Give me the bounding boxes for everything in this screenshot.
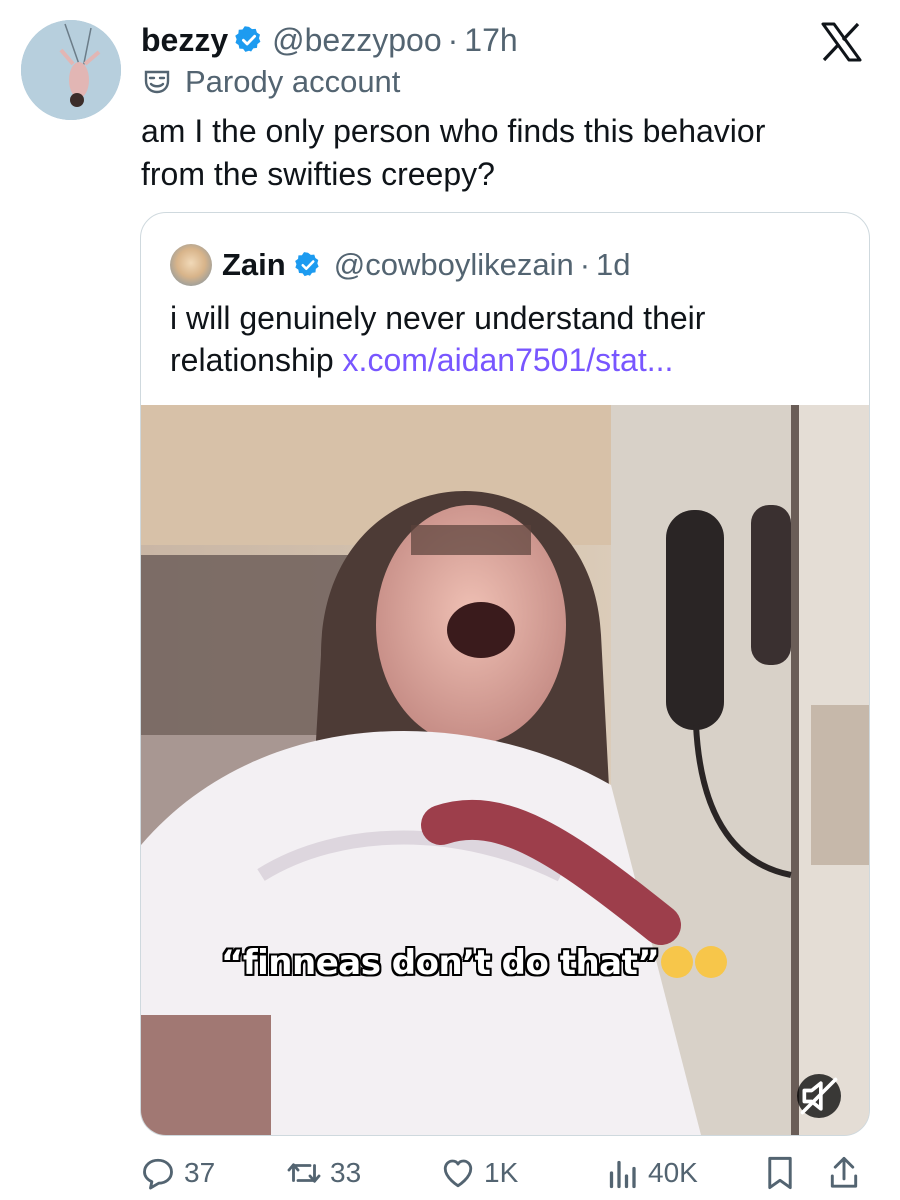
views-button[interactable]: 40K [604, 1148, 698, 1198]
quoted-tweet-timestamp[interactable]: 1d [596, 247, 630, 283]
quoted-tweet-card[interactable]: Zain @cowboylikezain · 1d i will genuine… [140, 212, 870, 1136]
tweet-text-line: from the swifties creepy? [141, 156, 495, 192]
reply-icon [143, 1158, 173, 1190]
video-caption-text: “finneas don’t do that” [221, 943, 660, 983]
x-logo-icon [821, 22, 862, 62]
mute-toggle-button[interactable] [797, 1074, 841, 1118]
reply-count: 37 [184, 1157, 216, 1188]
repost-icon [287, 1163, 321, 1183]
video-caption: “finneas don’t do that” [221, 943, 728, 983]
bookmark-icon[interactable] [762, 1154, 798, 1192]
quoted-text-plain: relationship [170, 342, 343, 378]
video-frame [141, 405, 869, 1135]
muted-speaker-icon [800, 1077, 838, 1115]
verified-badge-icon [235, 26, 261, 52]
parody-label: Parody account [143, 63, 400, 101]
quoted-tweet-header: Zain @cowboylikezain · 1d [170, 242, 631, 288]
tweet-action-bar: 37 33 1K 40K [0, 1148, 900, 1198]
tweet-header: bezzy @bezzypoo · 17h [141, 18, 518, 62]
share-icon[interactable] [826, 1154, 862, 1192]
author-handle[interactable]: @bezzypoo [272, 22, 441, 59]
heart-icon [443, 1159, 473, 1188]
quoted-author-name[interactable]: Zain [222, 247, 286, 283]
theater-mask-icon [144, 70, 170, 94]
views-chart-icon [609, 1160, 636, 1189]
tweet-text-line: am I the only person who finds this beha… [141, 113, 766, 149]
verified-badge-icon [294, 252, 319, 277]
like-button[interactable]: 1K [440, 1148, 518, 1198]
crying-face-emoji-icon [661, 946, 694, 978]
parody-label-text: Parody account [185, 64, 401, 99]
reply-button[interactable]: 37 [140, 1148, 215, 1198]
quoted-tweet-text: i will genuinely never understand their … [170, 297, 850, 381]
quoted-author-avatar[interactable] [170, 244, 212, 286]
quoted-tweet-link[interactable]: x.com/aidan7501/stat... [343, 342, 674, 378]
separator-dot: · [579, 247, 591, 282]
repost-count: 33 [330, 1157, 362, 1188]
video-player[interactable]: “finneas don’t do that” [141, 405, 869, 1135]
view-count: 40K [648, 1157, 698, 1188]
author-avatar[interactable] [21, 20, 121, 120]
crying-face-emoji-icon [695, 946, 728, 978]
like-count: 1K [484, 1157, 519, 1188]
separator-dot: · [447, 21, 459, 58]
repost-button[interactable]: 33 [286, 1148, 361, 1198]
quoted-text-line: i will genuinely never understand their [170, 300, 706, 336]
tweet-text: am I the only person who finds this beha… [141, 110, 861, 196]
quoted-text-line: relationship x.com/aidan7501/stat... [170, 339, 850, 381]
tweet-timestamp[interactable]: 17h [464, 22, 517, 59]
quoted-author-handle[interactable]: @cowboylikezain [334, 247, 574, 283]
author-name[interactable]: bezzy [141, 22, 228, 59]
